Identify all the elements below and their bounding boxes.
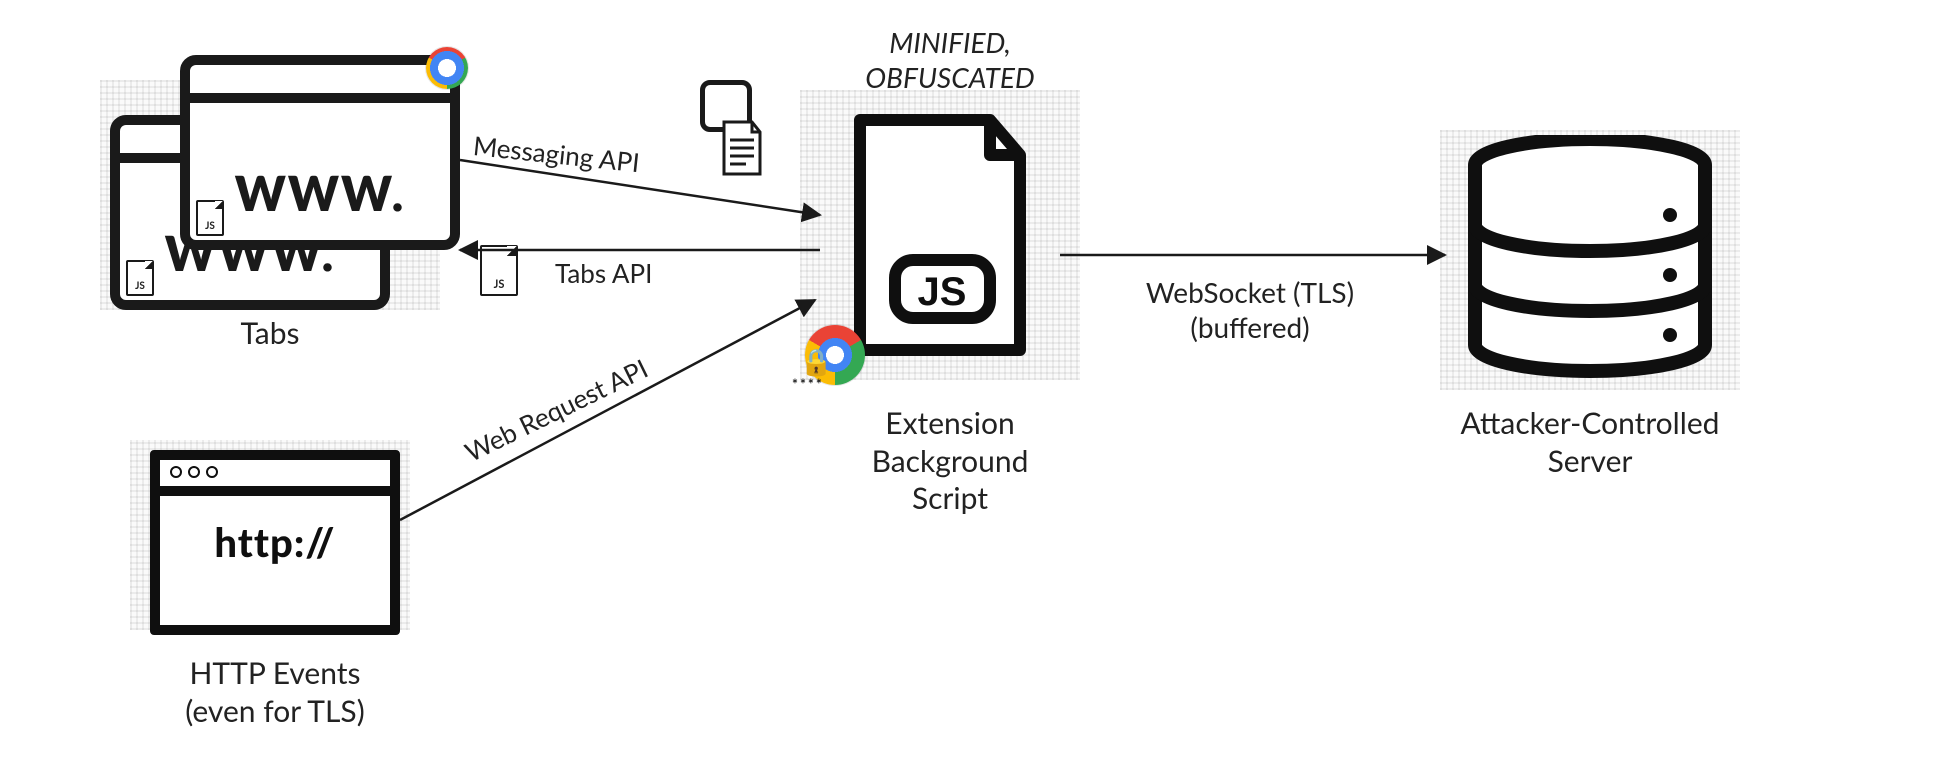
chrome-icon <box>426 47 468 89</box>
minified-obfuscated-annotation: MINIFIED, OBFUSCATED <box>800 25 1100 95</box>
web-request-api-arrow <box>400 300 815 520</box>
http-events-label: HTTP Events (even for TLS) <box>110 655 440 730</box>
password-stars: **** <box>792 375 824 392</box>
js-document-icon: JS <box>840 110 1040 360</box>
http-text: http:// <box>160 518 390 566</box>
www-text: WWW. <box>190 165 450 222</box>
browser-tab-window-front: WWW. JS <box>180 55 460 250</box>
js-file-icon: JS <box>126 260 154 296</box>
js-badge-text: JS <box>918 270 967 314</box>
tabs-label: Tabs <box>120 315 420 353</box>
js-file-icon: JS <box>480 245 518 296</box>
js-file-icon: JS <box>196 200 224 236</box>
diagram-stage: { "nodes": { "tabs": { "label": "Tabs", … <box>0 0 1956 780</box>
web-request-api-label: Web Request API <box>460 353 653 468</box>
messaging-api-label: Messaging API <box>472 130 641 178</box>
document-lines-icon <box>720 120 764 176</box>
tabs-api-label: Tabs API <box>555 258 652 289</box>
database-icon <box>1460 135 1720 385</box>
http-window-icon: http:// <box>150 450 400 635</box>
websocket-label: WebSocket (TLS) (buffered) <box>1090 275 1410 345</box>
server-label: Attacker-Controlled Server <box>1400 405 1780 480</box>
lock-icon: 🔒 <box>800 345 832 378</box>
messaging-api-arrow <box>460 160 820 215</box>
extension-script-label: Extension Background Script <box>790 405 1110 518</box>
